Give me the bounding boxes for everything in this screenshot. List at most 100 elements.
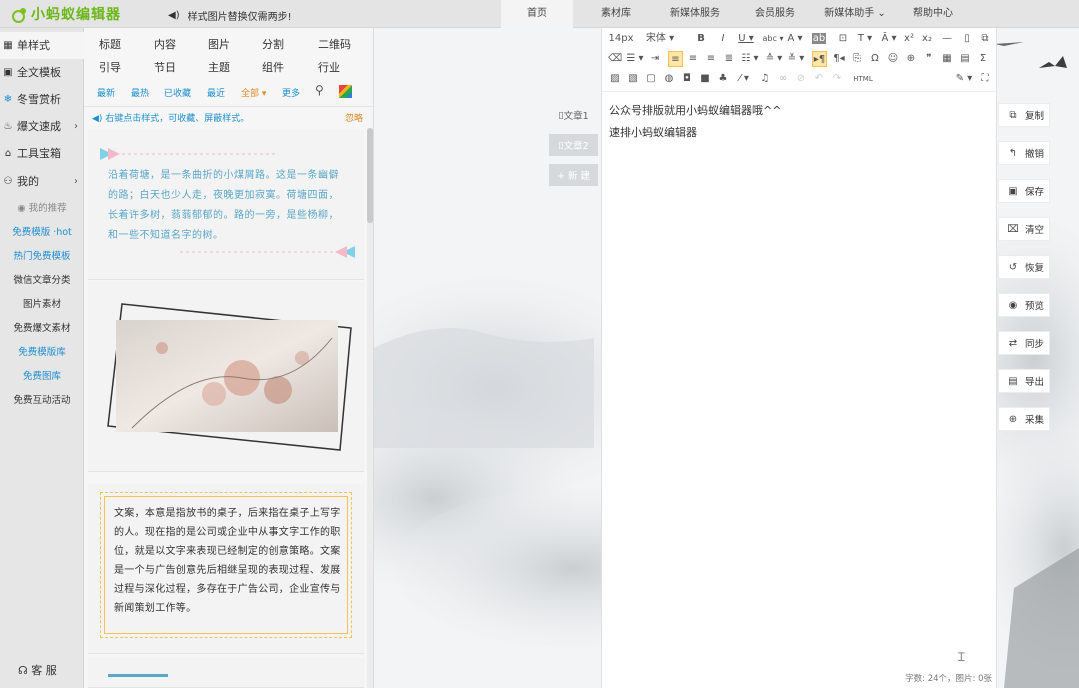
nav-materials[interactable]: 素材库	[586, 0, 646, 28]
category-industry[interactable]: 行业	[318, 59, 340, 75]
image-icon[interactable]: ▨	[608, 71, 622, 87]
sidebar-sub-wechat-category[interactable]: 微信文章分类	[0, 269, 84, 293]
font-family-select[interactable]: 宋体 ▾	[640, 31, 680, 47]
content-line[interactable]: 速排小蚂蚁编辑器	[609, 122, 781, 144]
eraser-icon[interactable]: ⌫	[608, 51, 622, 67]
special-char-icon[interactable]: Ω	[868, 51, 882, 67]
editor-content[interactable]: 公众号排版就用小蚂蚁编辑器哦^^ 速排小蚂蚁编辑器	[609, 100, 781, 144]
sidebar-sub-recommend[interactable]: ◉ 我的推荐	[0, 197, 84, 221]
text-size-icon[interactable]: T ▾	[854, 31, 876, 47]
edit-icon[interactable]: ✎ ▾	[954, 71, 974, 87]
collect-button[interactable]: ⊕ 采集	[998, 407, 1050, 431]
subscript-icon[interactable]: x₂	[920, 31, 934, 47]
tab-article-2[interactable]: ▯ 文章2	[549, 134, 598, 156]
emoji-icon[interactable]: ☺	[886, 51, 900, 67]
category-image[interactable]: 图片	[208, 36, 230, 52]
sidebar-sub-free-templates[interactable]: 免费模版 ·hot	[0, 221, 84, 245]
multi-image-icon[interactable]: ▧	[626, 71, 640, 87]
font-color-icon[interactable]: A ▾	[786, 31, 804, 47]
category-component[interactable]: 组件	[262, 59, 284, 75]
nav-media-assistant[interactable]: 新媒体助手 ⌄	[818, 0, 892, 28]
save-button[interactable]: ▣ 保存	[998, 179, 1050, 203]
horizontal-rule-icon[interactable]: —	[940, 31, 954, 47]
filter-newest[interactable]: 最新	[97, 86, 115, 99]
align-left-icon[interactable]: ≡	[668, 51, 683, 67]
sidebar-sub-free-article[interactable]: 免费爆文素材	[0, 317, 84, 341]
line-height-icon[interactable]: ☰ ▾	[624, 51, 646, 67]
format-painter-icon[interactable]: ⎘	[850, 51, 864, 67]
tab-article-1[interactable]: ▯ 文章1	[549, 104, 598, 126]
content-line[interactable]: 公众号排版就用小蚂蚁编辑器哦^^	[609, 100, 781, 122]
link-icon[interactable]: ∞	[776, 71, 790, 87]
background-color-icon[interactable]: ab ▾	[808, 31, 830, 60]
filter-more[interactable]: 更多	[282, 86, 300, 99]
gif-icon[interactable]: ◍	[662, 71, 676, 87]
underline-icon[interactable]: U ▾	[736, 31, 756, 47]
brush-icon[interactable]: ♣	[716, 71, 730, 87]
sidebar-item-winter[interactable]: ❄ 冬雪赏析	[0, 86, 84, 113]
indent-icon[interactable]: ⇥	[648, 51, 662, 67]
find-icon[interactable]: ⊕	[904, 51, 918, 67]
category-holiday[interactable]: 节日	[154, 59, 176, 75]
align-right-icon[interactable]: ≡	[704, 51, 718, 67]
category-guide[interactable]: 引导	[99, 59, 121, 75]
filter-hottest[interactable]: 最热	[131, 86, 149, 99]
copy-button[interactable]: ⧉ 复制	[998, 103, 1050, 127]
scrollbar-thumb[interactable]	[367, 128, 373, 223]
sidebar-item-mine[interactable]: ⚇ 我的 ›	[0, 168, 84, 195]
undo-button[interactable]: ↰ 撤销	[998, 141, 1050, 165]
sidebar-sub-template-lib[interactable]: 免费模版库	[0, 341, 84, 365]
fullscreen-icon[interactable]: ⛶	[978, 71, 992, 87]
clear-format-icon[interactable]: ⊡	[836, 31, 850, 47]
list-icon[interactable]: ☷ ▾	[740, 51, 760, 67]
preview-button[interactable]: ◉ 预览	[998, 293, 1050, 317]
bold-icon[interactable]: B	[694, 31, 708, 47]
sidebar-sub-gallery[interactable]: 免费图库	[0, 365, 84, 389]
category-theme[interactable]: 主题	[208, 59, 230, 75]
magic-wand-icon[interactable]: ⁄ ▾	[734, 71, 754, 87]
spacing-before-icon[interactable]: ≙ ▾	[764, 51, 784, 67]
template-icon[interactable]: ▤	[958, 51, 972, 67]
spacing-after-icon[interactable]: ≚ ▾	[786, 51, 806, 67]
category-divider[interactable]: 分割	[262, 36, 284, 52]
style-card-copywriting[interactable]: 文案，本意是指放书的桌子，后来指在桌子上写字的人。现在指的是公司或企业中从事文字…	[88, 484, 364, 654]
nav-home[interactable]: 首页	[501, 0, 573, 28]
style-card-partial[interactable]	[88, 658, 364, 688]
rtl-direction-icon[interactable]: ¶◂	[832, 51, 846, 67]
sidebar-item-hot-articles[interactable]: ♨ 爆文速成 ›	[0, 113, 84, 140]
filter-recent[interactable]: 最近	[207, 86, 225, 99]
edit-document-icon[interactable]: ⧉	[978, 31, 992, 47]
italic-icon[interactable]: I	[716, 31, 730, 47]
redo-icon[interactable]: ↷	[830, 71, 844, 87]
document-icon[interactable]: ▯	[960, 31, 974, 47]
sidebar-sub-hot-free[interactable]: 热门免费模板	[0, 245, 84, 269]
logo[interactable]: 小蚂蚁编辑器	[10, 5, 121, 23]
font-size-select[interactable]: 14px	[608, 31, 634, 47]
filter-favorites[interactable]: 已收藏	[164, 86, 191, 99]
unlink-icon[interactable]: ⊘	[794, 71, 808, 87]
nav-membership[interactable]: 会员服务	[744, 0, 806, 28]
sidebar-item-toolbox[interactable]: ⌂ 工具宝箱	[0, 140, 84, 167]
letter-spacing-icon[interactable]: Ā ▾	[878, 31, 900, 47]
html-source-button[interactable]: HTML	[850, 71, 876, 87]
sidebar-item-templates[interactable]: ▣ 全文模板	[0, 59, 84, 86]
sidebar-sub-activities[interactable]: 免费互动活动	[0, 389, 84, 413]
category-title[interactable]: 标题	[99, 36, 121, 52]
new-article-button[interactable]: + 新 建	[549, 164, 598, 186]
customer-service[interactable]: ☊ 客 服	[18, 662, 57, 678]
music-icon[interactable]: ♫	[758, 71, 772, 87]
quote-icon[interactable]: ❞	[922, 51, 936, 67]
category-content[interactable]: 内容	[154, 36, 176, 52]
table-icon[interactable]: ▦	[940, 51, 954, 67]
strikethrough-icon[interactable]: abc ▾	[762, 31, 784, 47]
camera-icon[interactable]: ◘	[680, 71, 694, 87]
video-icon[interactable]: ■	[698, 71, 712, 87]
colorful-palette-icon[interactable]	[339, 85, 352, 98]
ignore-link[interactable]: 忽略	[345, 111, 363, 124]
sync-button[interactable]: ⇄ 同步	[998, 331, 1050, 355]
search-icon[interactable]: ⚲	[315, 83, 324, 97]
undo-icon[interactable]: ↶	[812, 71, 826, 87]
restore-button[interactable]: ↺ 恢复	[998, 255, 1050, 279]
style-card-poem[interactable]: 沿着荷塘，是一条曲折的小煤屑路。这是一条幽僻的路；白天也少人走，夜晚更加寂寞。荷…	[88, 130, 364, 280]
sum-icon[interactable]: Σ	[976, 51, 990, 67]
